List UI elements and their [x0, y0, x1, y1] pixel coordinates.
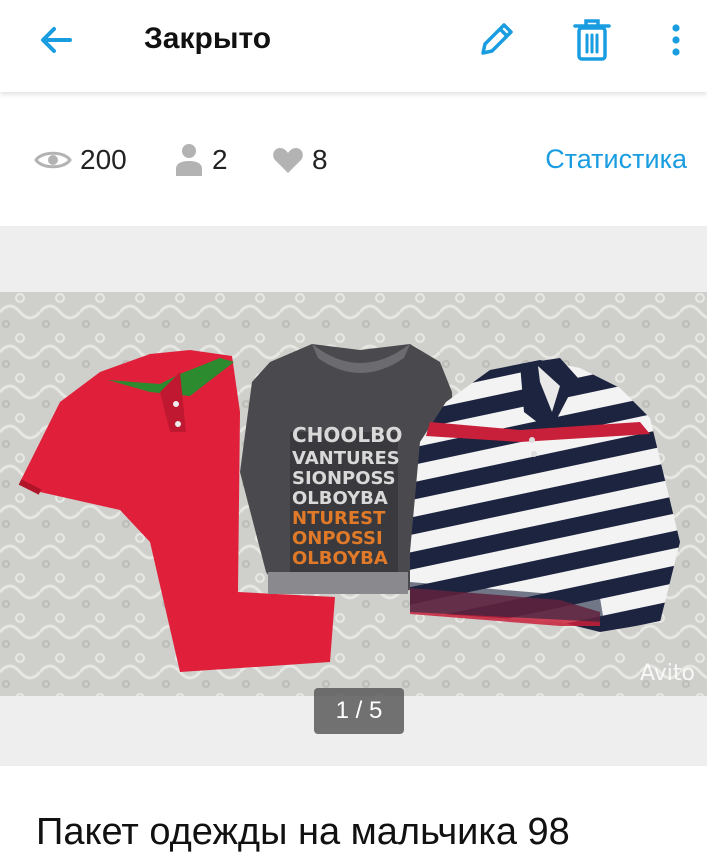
svg-text:CHOOLBO: CHOOLBO — [292, 423, 402, 447]
listing-title: Пакет одежды на мальчика 98 — [36, 811, 570, 853]
svg-text:ONPOSSI: ONPOSSI — [292, 528, 383, 549]
contacts-stat: 2 — [174, 140, 228, 180]
svg-text:OLBOYBA: OLBOYBA — [292, 488, 388, 509]
person-icon — [176, 144, 202, 176]
views-stat: 200 — [34, 140, 127, 180]
favorites-count: 8 — [312, 144, 328, 175]
svg-text:NTUREST: NTUREST — [292, 508, 386, 529]
delete-button[interactable] — [566, 14, 618, 66]
svg-text:VANTURES: VANTURES — [292, 448, 400, 469]
page-title: Закрыто — [144, 22, 272, 55]
heart-icon — [273, 148, 303, 173]
back-button[interactable] — [34, 18, 78, 62]
photo-gallery[interactable]: CHOOLBO VANTURES SIONPOSS OLBOYBA NTURES… — [0, 226, 707, 766]
svg-text:SIONPOSS: SIONPOSS — [292, 468, 396, 489]
favorites-stat: 8 — [272, 140, 328, 180]
arrow-back-icon — [41, 27, 72, 53]
stats-row: 200 2 8 Статистика — [0, 92, 707, 226]
eye-icon — [34, 151, 72, 169]
trash-icon — [573, 19, 611, 61]
svg-text:OLBOYBA: OLBOYBA — [292, 548, 388, 569]
more-vert-icon — [672, 24, 680, 56]
avito-watermark: Avito — [640, 661, 695, 686]
top-app-bar: Закрыто — [0, 0, 707, 92]
edit-button[interactable] — [470, 14, 522, 66]
statistics-link[interactable]: Статистика — [545, 144, 687, 175]
views-count: 200 — [80, 144, 127, 175]
listing-photo[interactable]: CHOOLBO VANTURES SIONPOSS OLBOYBA NTURES… — [0, 292, 707, 696]
photo-counter: 1 / 5 — [314, 688, 404, 734]
pencil-icon — [481, 23, 513, 55]
contacts-count: 2 — [212, 144, 228, 175]
more-button[interactable] — [654, 14, 698, 66]
